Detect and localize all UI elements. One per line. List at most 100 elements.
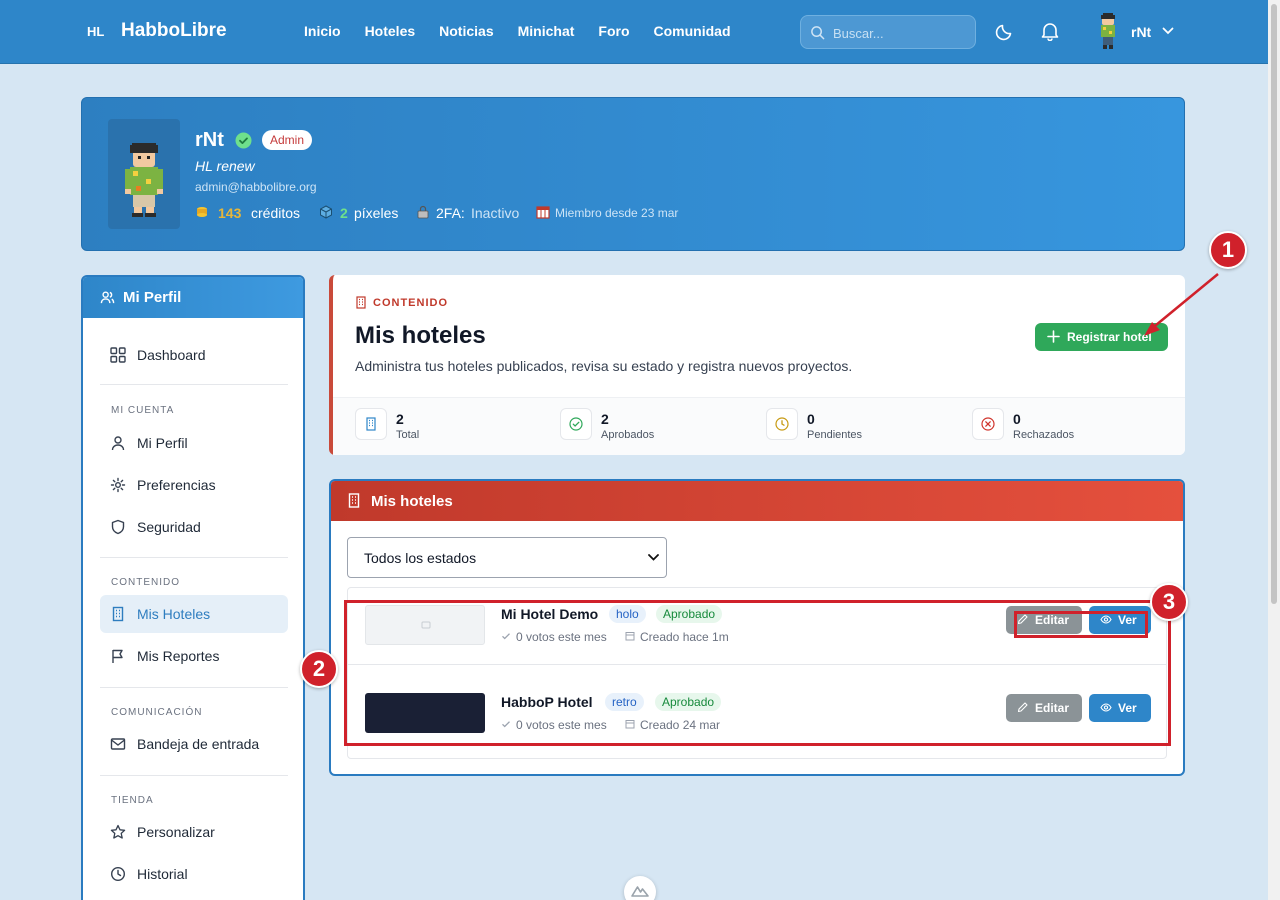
sidebar-item-mis-hoteles[interactable]: Mis Hoteles xyxy=(100,595,288,633)
top-navbar: HL HabboLibre Inicio Hoteles Noticias Mi… xyxy=(0,0,1268,64)
building-icon xyxy=(356,296,366,309)
clock-icon xyxy=(775,417,789,431)
building-icon xyxy=(348,493,360,508)
nav-link-hoteles[interactable]: Hoteles xyxy=(365,23,416,39)
clock-icon xyxy=(110,866,126,882)
sidebar-item-label: Mis Hoteles xyxy=(137,606,211,622)
main-nav: Inicio Hoteles Noticias Minichat Foro Co… xyxy=(304,23,755,39)
status-filter-value: Todos los estados xyxy=(364,550,477,566)
nav-link-minichat[interactable]: Minichat xyxy=(518,23,575,39)
sidebar-header: Mi Perfil xyxy=(83,277,303,318)
stat-value: 2 xyxy=(601,411,609,427)
dev-tools-button[interactable] xyxy=(624,876,656,900)
verified-icon xyxy=(235,132,252,149)
section-title-tienda: TIENDA xyxy=(111,795,154,806)
stat-pending: 0 Pendientes xyxy=(766,408,966,442)
profile-avatar xyxy=(108,119,180,229)
grid-icon xyxy=(110,347,126,363)
flag-icon xyxy=(112,649,123,663)
sidebar-divider xyxy=(100,384,288,385)
sidebar-item-mis-reportes[interactable]: Mis Reportes xyxy=(100,637,288,675)
nav-link-noticias[interactable]: Noticias xyxy=(439,23,493,39)
mountain-icon xyxy=(631,886,649,897)
sidebar-item-label: Dashboard xyxy=(137,347,206,363)
sidebar-item-label: Bandeja de entrada xyxy=(137,736,260,752)
mail-icon xyxy=(110,738,126,750)
profile-sidebar: Mi Perfil Dashboard MI CUENTA Mi Perfil … xyxy=(81,275,305,900)
sidebar-item-label: Mis Reportes xyxy=(137,648,220,664)
brand-abbr[interactable]: HL xyxy=(87,24,104,39)
profile-banner: rNt Admin HL renew admin@habbolibre.org … xyxy=(81,97,1185,251)
stat-approved: 2 Aprobados xyxy=(560,408,760,442)
profile-email: admin@habbolibre.org xyxy=(195,180,317,194)
stat-label: Aprobados xyxy=(601,429,655,441)
sidebar-item-bandeja[interactable]: Bandeja de entrada xyxy=(100,725,288,763)
profile-name: rNt xyxy=(195,129,224,151)
profile-motto: HL renew xyxy=(195,158,255,174)
bell-icon[interactable] xyxy=(1041,21,1059,41)
moon-icon[interactable] xyxy=(995,21,1015,41)
sidebar-item-personalizar[interactable]: Personalizar xyxy=(100,813,288,851)
search-input[interactable] xyxy=(833,23,968,43)
page-description: Administra tus hoteles publicados, revis… xyxy=(355,358,853,374)
nav-link-inicio[interactable]: Inicio xyxy=(304,23,341,39)
sidebar-item-preferencias[interactable]: Preferencias xyxy=(100,466,288,504)
stat-value: 0 xyxy=(807,411,815,427)
twofa-value: Inactivo xyxy=(471,205,520,221)
users-icon xyxy=(100,291,115,304)
chevron-down-icon xyxy=(648,554,659,561)
sidebar-item-historial[interactable]: Historial xyxy=(100,855,288,893)
sidebar-item-label: Preferencias xyxy=(137,477,216,493)
nav-link-foro[interactable]: Foro xyxy=(598,23,629,39)
user-menu[interactable]: rNt xyxy=(1096,12,1176,52)
member-since: Miembro desde 23 mar xyxy=(555,206,679,220)
stat-label: Pendientes xyxy=(807,429,863,441)
hotels-panel-title: Mis hoteles xyxy=(371,493,453,510)
scrollbar-thumb[interactable] xyxy=(1271,4,1277,604)
search-icon xyxy=(811,26,825,40)
building-icon xyxy=(366,417,376,431)
sidebar-item-label: Historial xyxy=(137,866,188,882)
pixels-label: píxeles xyxy=(354,205,399,221)
stat-value: 0 xyxy=(1013,411,1021,427)
sidebar-divider xyxy=(100,775,288,776)
stat-total: 2 Total xyxy=(355,408,555,442)
stat-value: 2 xyxy=(396,411,404,427)
stat-label: Total xyxy=(396,429,420,441)
sidebar-divider xyxy=(100,687,288,688)
status-filter-select[interactable]: Todos los estados xyxy=(347,537,667,578)
pixels-value: 2 xyxy=(340,205,348,221)
lock-icon xyxy=(417,205,429,219)
check-circle-icon xyxy=(569,417,583,431)
stat-label: Rechazados xyxy=(1013,429,1075,441)
sidebar-divider xyxy=(100,557,288,558)
hotels-panel-header: Mis hoteles xyxy=(331,481,1183,521)
chevron-down-icon xyxy=(1162,27,1174,35)
section-title-mi-cuenta: MI CUENTA xyxy=(111,405,175,416)
twofa-label: 2FA: xyxy=(436,205,465,221)
nav-link-comunidad[interactable]: Comunidad xyxy=(654,23,731,39)
credits-value: 143 xyxy=(218,205,242,221)
annotation-marker-1: 1 xyxy=(1209,231,1247,269)
building-icon xyxy=(112,606,124,622)
search-box[interactable] xyxy=(800,15,976,49)
sidebar-item-mi-perfil[interactable]: Mi Perfil xyxy=(100,424,288,462)
hotels-summary-card: CONTENIDO Mis hoteles Administra tus hot… xyxy=(329,275,1185,455)
sidebar-item-label: Personalizar xyxy=(137,824,215,840)
sidebar-item-dashboard[interactable]: Dashboard xyxy=(100,336,288,374)
annotation-marker-2: 2 xyxy=(300,650,338,688)
sidebar-item-label: Seguridad xyxy=(137,519,201,535)
star-icon xyxy=(110,824,126,839)
page-scrollbar[interactable] xyxy=(1268,0,1280,900)
section-title-comunicacion: COMUNICACIÓN xyxy=(111,707,203,718)
sidebar-item-seguridad[interactable]: Seguridad xyxy=(100,508,288,546)
brand-name[interactable]: HabboLibre xyxy=(121,20,227,42)
user-icon xyxy=(111,436,125,451)
sidebar-title: Mi Perfil xyxy=(123,289,182,306)
plus-icon xyxy=(1047,330,1060,343)
x-circle-icon xyxy=(981,417,995,431)
gear-icon xyxy=(110,477,126,493)
coins-icon xyxy=(197,207,207,217)
shield-icon xyxy=(111,519,125,535)
role-badge: Admin xyxy=(262,130,313,150)
